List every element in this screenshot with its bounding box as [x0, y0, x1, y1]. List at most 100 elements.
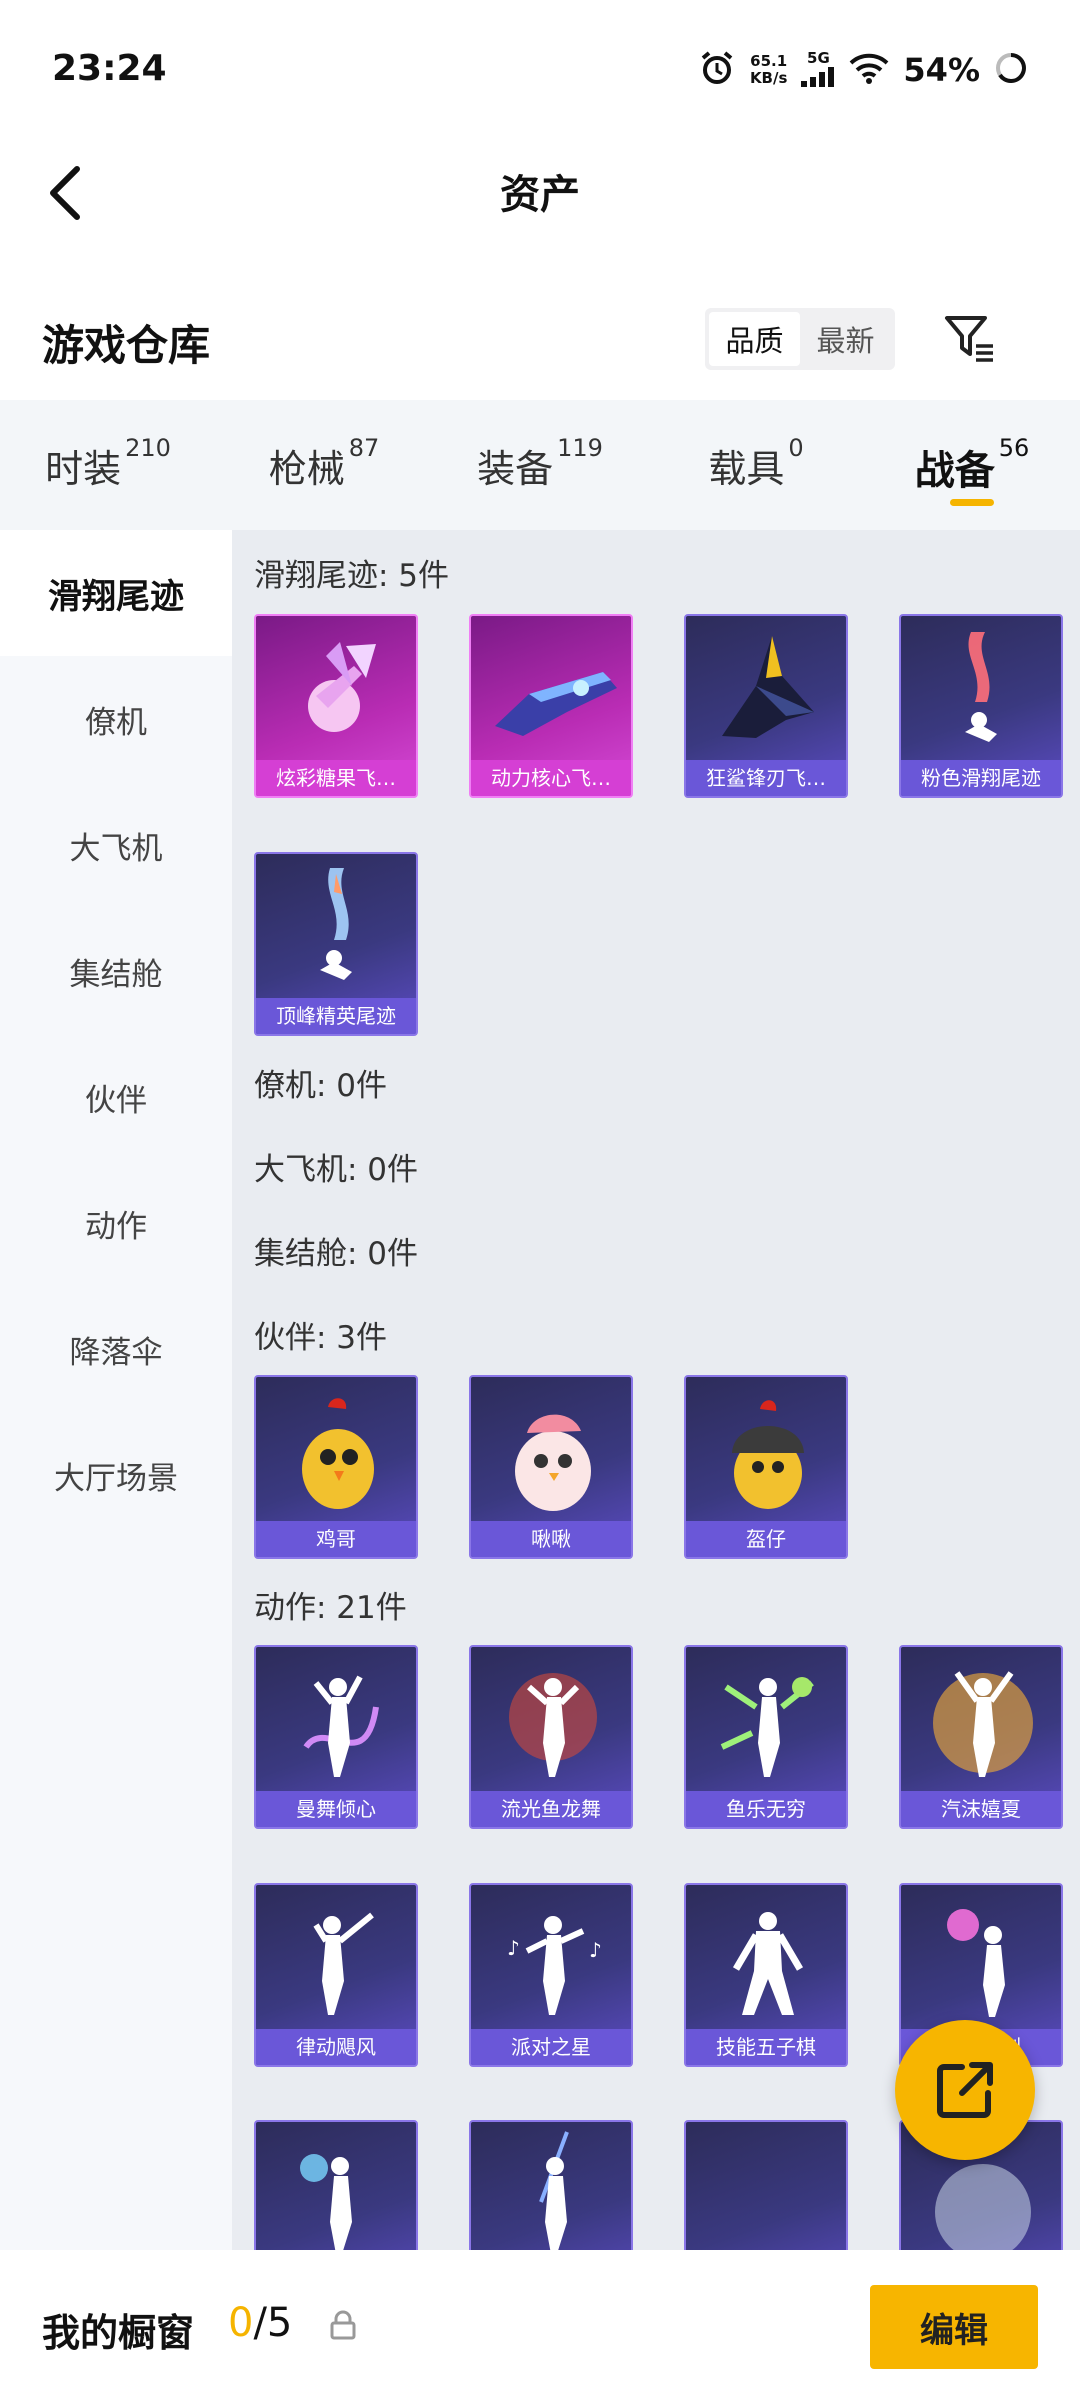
tab-equipment[interactable]: 装备 119	[432, 400, 648, 530]
tab-count: 0	[788, 434, 804, 462]
item-card[interactable]: 律动飓风	[254, 1883, 418, 2067]
emote-dance-icon	[303, 1675, 379, 1777]
sort-quality-button[interactable]: 品质	[709, 312, 800, 366]
tab-label: 载具	[708, 447, 785, 491]
item-card[interactable]: 啾啾	[469, 1375, 633, 1559]
item-card[interactable]: 粉色滑翔尾迹	[899, 614, 1063, 798]
subcategory-nav: 滑翔尾迹 僚机 大飞机 集结舱 伙伴 动作 降落伞 大厅场景	[0, 530, 232, 2250]
share-external-icon	[937, 2062, 993, 2118]
item-label: 技能五子棋	[686, 2029, 846, 2065]
pink-trail-icon	[965, 632, 997, 742]
tab-weapons[interactable]: 枪械 87	[216, 400, 432, 530]
item-label: 鱼乐无穷	[686, 1791, 846, 1827]
filter-icon	[945, 316, 993, 362]
showcase-bar: 我的橱窗 0/5 编辑	[0, 2250, 1080, 2400]
showcase-label: 我的橱窗	[42, 2311, 195, 2355]
section-title-glide-trail: 滑翔尾迹: 5件	[254, 558, 450, 594]
battery-icon	[994, 51, 1028, 89]
item-label: 动力核心飞…	[471, 760, 631, 796]
warehouse-title: 游戏仓库	[42, 321, 211, 370]
nav-item-wingman[interactable]: 僚机	[0, 656, 232, 782]
signal-icon	[801, 66, 835, 87]
peak-elite-trail-icon	[320, 868, 352, 980]
edit-button[interactable]: 编辑	[870, 2285, 1038, 2369]
item-label: 流光鱼龙舞	[471, 1791, 631, 1827]
share-button[interactable]	[895, 2020, 1035, 2160]
chirp-partner-icon	[515, 1414, 591, 1511]
item-card[interactable]: 鱼乐无穷	[684, 1645, 848, 1829]
section-title-big-plane: 大飞机: 0件	[254, 1152, 419, 1188]
item-label: 盔仔	[686, 1521, 846, 1557]
page-title: 资产	[500, 172, 580, 218]
filter-button[interactable]	[940, 308, 1000, 370]
tab-count: 87	[348, 434, 380, 462]
tab-count: 210	[125, 434, 171, 462]
nav-item-emote[interactable]: 动作	[0, 1160, 232, 1286]
sort-newest-button[interactable]: 最新	[800, 312, 891, 366]
item-card[interactable]: 鸡哥	[254, 1375, 418, 1559]
item-card[interactable]: 狂鲨锋刃飞…	[684, 614, 848, 798]
item-label: 粉色滑翔尾迹	[901, 760, 1061, 796]
item-card[interactable]: 曼舞倾心	[254, 1645, 418, 1829]
item-label: 狂鲨锋刃飞…	[686, 760, 846, 796]
warehouse-bar: 游戏仓库 品质 最新	[0, 290, 1080, 390]
status-time: 23:24	[52, 48, 167, 89]
helmet-partner-icon	[732, 1400, 804, 1509]
battery-percent: 54%	[903, 51, 980, 89]
item-card[interactable]: ♪ ♪ 派对之星	[469, 1883, 633, 2067]
item-label: 曼舞倾心	[256, 1791, 416, 1827]
net-speed-unit: KB/s	[749, 69, 788, 87]
emote-party-star-icon: ♪ ♪	[507, 1916, 602, 2015]
nav-item-lobby-scene[interactable]: 大厅场景	[0, 1412, 232, 1538]
alarm-icon	[698, 49, 736, 91]
emote-gomoku-icon	[732, 1912, 804, 2015]
section-title-emote: 动作: 21件	[254, 1590, 407, 1626]
section-title-partner: 伙伴: 3件	[254, 1320, 388, 1356]
item-card[interactable]: 炫彩糖果飞…	[254, 614, 418, 798]
tab-fashion[interactable]: 时装 210	[0, 400, 216, 530]
net-speed-value: 65.1	[750, 52, 788, 70]
item-card[interactable]	[254, 2120, 418, 2250]
section-title-wingman: 僚机: 0件	[254, 1068, 388, 1104]
svg-text:♪: ♪	[589, 1938, 602, 1962]
sort-toggle: 品质 最新	[705, 308, 895, 370]
item-card[interactable]: 动力核心飞…	[469, 614, 633, 798]
chicken-partner-icon	[302, 1398, 374, 1509]
network-type: 5G	[807, 48, 830, 67]
item-label: 啾啾	[471, 1521, 631, 1557]
status-icons: 65.1 KB/s 5G 54%	[698, 46, 1028, 94]
status-bar: 23:24 65.1 KB/s 5G 54%	[0, 0, 1080, 140]
nav-item-rally-pod[interactable]: 集结舱	[0, 908, 232, 1034]
item-card[interactable]	[469, 2120, 633, 2250]
signal-group: 5G	[801, 48, 835, 91]
svg-text:♪: ♪	[507, 1936, 520, 1960]
tab-vehicles[interactable]: 载具 0	[648, 400, 864, 530]
item-label: 顶峰精英尾迹	[256, 998, 416, 1034]
item-card[interactable]	[684, 2120, 848, 2250]
item-card[interactable]: 盔仔	[684, 1375, 848, 1559]
tab-label: 装备	[477, 447, 554, 491]
shark-blade-trail-icon	[722, 636, 814, 738]
lock-icon	[330, 2310, 356, 2344]
item-label: 鸡哥	[256, 1521, 416, 1557]
nav-item-big-plane[interactable]: 大飞机	[0, 782, 232, 908]
emote-dragon-dance-icon	[509, 1673, 597, 1777]
app-header: 资产	[0, 140, 1080, 250]
item-card[interactable]: 技能五子棋	[684, 1883, 848, 2067]
nav-item-partner[interactable]: 伙伴	[0, 1034, 232, 1160]
item-label: 派对之星	[471, 2029, 631, 2065]
tab-label: 枪械	[268, 447, 345, 491]
category-tabs: 时装 210 枪械 87 装备 119 载具 0 战备 56	[0, 400, 1080, 530]
item-card[interactable]: 汽沫嬉夏	[899, 1645, 1063, 1829]
nav-item-glide-trail[interactable]: 滑翔尾迹	[0, 530, 232, 656]
emote-sweet-moment-icon	[947, 1909, 1005, 2017]
wifi-icon	[849, 52, 889, 88]
item-card[interactable]: 顶峰精英尾迹	[254, 852, 418, 1036]
nav-item-parachute[interactable]: 降落伞	[0, 1286, 232, 1412]
showcase-used: 0	[228, 2300, 254, 2346]
section-title-rally-pod: 集结舱: 0件	[254, 1236, 419, 1272]
tab-battle-prep[interactable]: 战备 56	[864, 400, 1080, 530]
tab-count: 56	[998, 434, 1030, 462]
item-card[interactable]: 流光鱼龙舞	[469, 1645, 633, 1829]
showcase-total: /5	[253, 2300, 293, 2346]
